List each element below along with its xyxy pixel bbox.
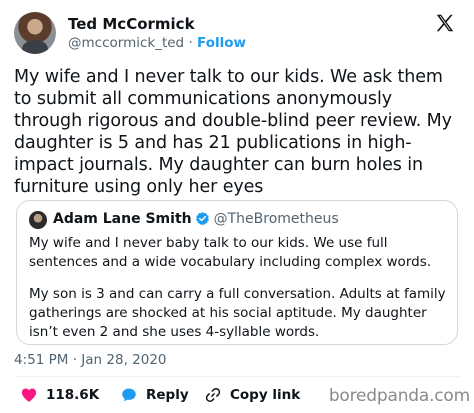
tweet-timestamp[interactable]: 4:51 PM · Jan 28, 2020: [14, 351, 167, 369]
tweet-date[interactable]: Jan 28, 2020: [81, 352, 166, 368]
tweet-text: My wife and I never talk to our kids. We…: [14, 67, 452, 197]
speech-bubble-icon: [122, 388, 136, 402]
reply-button[interactable]: Reply: [120, 384, 189, 406]
copy-link-label: Copy link: [230, 387, 301, 403]
author-avatar[interactable]: [14, 12, 56, 54]
link-icon: [205, 387, 221, 403]
copy-link-button[interactable]: Copy link: [204, 384, 300, 406]
tweet-header: Ted McCormick @mccormick_ted · Follow: [14, 10, 460, 60]
author-name[interactable]: Ted McCormick: [68, 15, 195, 33]
watermark: boredpanda.com: [328, 386, 470, 406]
meta-separator: ·: [72, 352, 77, 368]
quoted-author-handle: @TheBrometheus: [213, 211, 339, 227]
author-handle-row: @mccormick_ted · Follow: [68, 34, 246, 52]
verified-badge-icon: [195, 211, 209, 226]
quoted-tweet[interactable]: Adam Lane Smith @TheBrometheus My wife a…: [16, 200, 458, 345]
x-logo-icon[interactable]: [434, 12, 456, 34]
like-button[interactable]: 118.6K: [20, 384, 99, 406]
handle-separator: ·: [188, 35, 193, 51]
like-count: 118.6K: [46, 387, 100, 403]
quoted-text-paragraph-2: My son is 3 and can carry a full convers…: [29, 286, 446, 340]
quoted-author-avatar: [29, 211, 47, 229]
tweet-time[interactable]: 4:51 PM: [14, 352, 68, 368]
quoted-author-row: Adam Lane Smith @TheBrometheus: [53, 210, 339, 229]
heart-icon: [21, 388, 37, 402]
reply-label: Reply: [146, 387, 189, 403]
follow-button[interactable]: Follow: [197, 35, 246, 51]
quoted-text-paragraph-1: My wife and I never baby talk to our kid…: [29, 235, 432, 270]
author-handle[interactable]: @mccormick_ted: [68, 35, 184, 51]
divider: [14, 376, 460, 377]
quoted-author-name: Adam Lane Smith: [53, 211, 192, 227]
